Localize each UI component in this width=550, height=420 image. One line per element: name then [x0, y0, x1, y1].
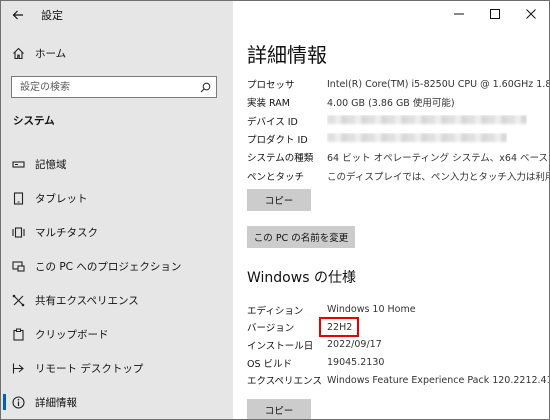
- remote-desktop-icon: [11, 361, 25, 375]
- info-icon: [11, 395, 25, 409]
- version-highlight-box: [319, 317, 359, 337]
- windows-specs-table: エディション Windows 10 Home バージョン 22H2 インストール…: [247, 301, 549, 389]
- spec-row: バージョン 22H2: [247, 319, 549, 337]
- spec-key: ペンとタッチ: [247, 171, 305, 183]
- shared-experiences-icon: [11, 293, 25, 307]
- spec-value: Windows Feature Experience Pack 120.2212…: [327, 374, 549, 386]
- maximize-button[interactable]: [477, 1, 513, 27]
- spec-key: OS ビルド: [247, 358, 293, 370]
- storage-icon: [11, 157, 25, 171]
- back-arrow-icon: [12, 10, 23, 20]
- spec-row: OS ビルド 19045.2130: [247, 354, 549, 372]
- sidebar-item-label: リモート デスクトップ: [35, 362, 144, 375]
- spec-row: エディション Windows 10 Home: [247, 301, 549, 319]
- sidebar-item-label: 詳細情報: [35, 396, 77, 409]
- spec-value: 64 ビット オペレーティング システム、x64 ベース プロセッサ: [327, 153, 549, 165]
- spec-key: システムの種類: [247, 153, 314, 165]
- sidebar-item-remote-desktop[interactable]: リモート デスクトップ: [1, 351, 233, 385]
- sidebar-item-label: ホーム: [35, 47, 67, 60]
- page-title: 詳細情報: [247, 43, 327, 67]
- spec-value: 4.00 GB (3.86 GB 使用可能): [327, 98, 455, 110]
- sidebar-item-label: タブレット: [35, 192, 88, 205]
- search-icon[interactable]: [194, 82, 216, 93]
- spec-row: エクスペリエンス Windows Feature Experience Pack…: [247, 371, 549, 389]
- spec-row: プロセッサ Intel(R) Core(TM) i5-8250U CPU @ 1…: [247, 75, 549, 93]
- tablet-icon: [11, 191, 25, 205]
- device-specs-table: プロセッサ Intel(R) Core(TM) i5-8250U CPU @ 1…: [247, 75, 549, 185]
- sidebar-item-label: この PC へのプロジェクション: [35, 260, 182, 273]
- app-title: 設定: [41, 9, 63, 22]
- spec-row: 実装 RAM 4.00 GB (3.86 GB 使用可能): [247, 93, 549, 111]
- maximize-icon: [490, 9, 500, 19]
- sidebar-item-label: クリップボード: [35, 328, 109, 341]
- spec-key: デバイス ID: [247, 116, 298, 128]
- sidebar-item-storage[interactable]: 記憶域: [1, 147, 233, 181]
- sidebar-item-label: 共有エクスペリエンス: [35, 294, 139, 307]
- spec-value: Intel(R) Core(TM) i5-8250U CPU @ 1.60GHz…: [327, 78, 549, 90]
- spec-value: 19045.2130: [327, 357, 385, 369]
- sidebar-nav: 記憶域 タブレット マルチタスク この PC へのプロジェクション 共有エクスペ…: [1, 147, 233, 419]
- clipboard-icon: [11, 327, 25, 341]
- spec-key: バージョン: [247, 323, 295, 335]
- sidebar-item-multitasking[interactable]: マルチタスク: [1, 215, 233, 249]
- spec-row: ペンとタッチ このディスプレイでは、ペン入力とタッチ入力は利用できません: [247, 166, 549, 184]
- spec-row: プロダクト ID: [247, 130, 549, 148]
- spec-row: インストール日 2022/09/17: [247, 336, 549, 354]
- sidebar-item-about[interactable]: 詳細情報: [1, 385, 233, 419]
- home-icon: [11, 46, 25, 60]
- search-input[interactable]: [12, 80, 194, 94]
- redacted-value: [327, 114, 527, 127]
- copy-windows-specs-button[interactable]: コピー: [247, 399, 311, 419]
- close-icon: [526, 9, 536, 19]
- settings-window: 設定 ホーム システム 記憶域: [0, 0, 550, 420]
- back-button[interactable]: [1, 1, 35, 29]
- rename-pc-button[interactable]: この PC の名前を変更: [247, 226, 355, 248]
- spec-key: インストール日: [247, 340, 314, 352]
- sidebar-item-home[interactable]: ホーム: [1, 41, 233, 65]
- search-box[interactable]: [11, 76, 217, 98]
- spec-row: デバイス ID: [247, 112, 549, 130]
- window-controls: [441, 1, 549, 27]
- section-label: システム: [13, 115, 55, 127]
- spec-key: 実装 RAM: [247, 98, 290, 110]
- main-content: 詳細情報 プロセッサ Intel(R) Core(TM) i5-8250U CP…: [233, 1, 549, 419]
- redacted-value: [327, 133, 507, 145]
- minimize-button[interactable]: [441, 1, 477, 27]
- sidebar-item-label: 記憶域: [35, 158, 67, 171]
- sidebar-item-shared-experiences[interactable]: 共有エクスペリエンス: [1, 283, 233, 317]
- sidebar-item-clipboard[interactable]: クリップボード: [1, 317, 233, 351]
- copy-device-specs-button[interactable]: コピー: [247, 189, 311, 211]
- windows-specs-title: Windows の仕様: [247, 270, 356, 286]
- spec-key: エディション: [247, 305, 304, 317]
- projection-icon: [11, 259, 25, 273]
- spec-key: プロセッサ: [247, 80, 295, 92]
- sidebar-item-projection[interactable]: この PC へのプロジェクション: [1, 249, 233, 283]
- spec-value: このディスプレイでは、ペン入力とタッチ入力は利用できません: [327, 171, 549, 183]
- spec-value: Windows 10 Home: [327, 304, 416, 316]
- minimize-icon: [454, 13, 464, 15]
- multitasking-icon: [11, 225, 25, 239]
- spec-row: システムの種類 64 ビット オペレーティング システム、x64 ベース プロセ…: [247, 148, 549, 166]
- sidebar-item-tablet[interactable]: タブレット: [1, 181, 233, 215]
- spec-key: プロダクト ID: [247, 135, 308, 147]
- spec-value: 2022/09/17: [327, 339, 382, 351]
- sidebar-item-label: マルチタスク: [35, 226, 98, 239]
- spec-key: エクスペリエンス: [247, 376, 322, 388]
- sidebar: 設定 ホーム システム 記憶域: [1, 1, 233, 419]
- title-bar: 設定: [1, 1, 233, 29]
- close-button[interactable]: [513, 1, 549, 27]
